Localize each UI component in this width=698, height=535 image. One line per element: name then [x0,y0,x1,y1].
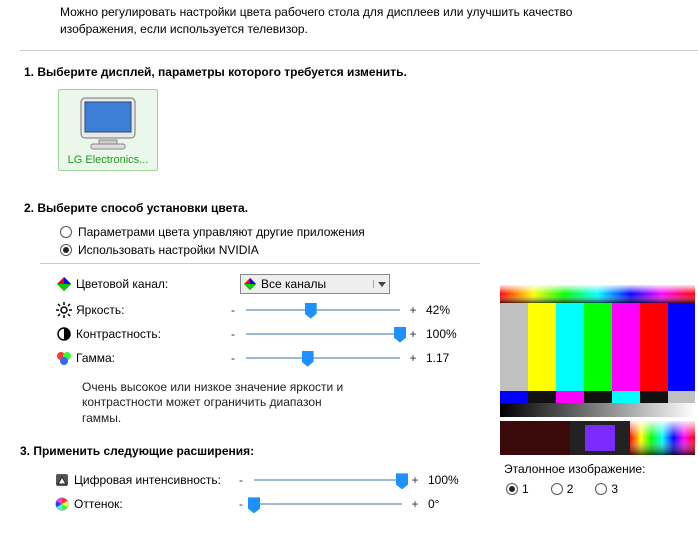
channel-combo-text: Все каналы [259,277,373,291]
gamma-label: Гамма: [76,351,226,365]
gamma-slider[interactable] [246,357,400,359]
contrast-value: 100% [420,327,468,341]
contrast-label: Контрастность: [76,327,226,341]
display-label: LG Electronics... [63,154,153,166]
vibrance-label: Цифровая интенсивность: [74,473,234,487]
radio-icon [60,226,72,238]
brightness-icon [52,302,76,318]
hue-label: Оттенок: [74,497,234,511]
reference-panel: Эталонное изображение: 1 2 3 [500,285,695,496]
plus-sign: + [408,473,422,487]
plus-sign: + [406,303,420,317]
radio-other-apps[interactable]: Параметрами цвета управляют другие прило… [0,223,698,241]
channel-icon [52,276,76,292]
radio-label: Использовать настройки NVIDIA [78,243,259,257]
gamma-icon [52,350,76,366]
channel-label: Цветовой канал: [76,277,226,291]
contrast-row: Контрастность: - + 100% [52,326,468,342]
chevron-down-icon [373,280,389,288]
minus-sign: - [226,327,240,341]
minus-sign: - [234,473,248,487]
section1-title: 1. Выберите дисплей, параметры которого … [0,65,698,79]
channel-combo-icon [241,277,259,291]
minus-sign: - [234,497,248,511]
channel-row: Цветовой канал: Все каналы [52,274,468,294]
plus-sign: + [408,497,422,511]
brightness-slider[interactable] [246,309,400,311]
ref-radio-1[interactable]: 1 [506,482,529,496]
intro-text: Можно регулировать настройки цвета рабоч… [0,0,640,38]
reference-label: Эталонное изображение: [504,462,695,476]
radio-icon [60,244,72,256]
brightness-value: 42% [420,303,468,317]
minus-sign: - [226,351,240,365]
section2-title: 2. Выберите способ установки цвета. [0,201,698,215]
brightness-row: Яркость: - + 42% [52,302,468,318]
radio-icon [506,483,518,495]
channel-combo[interactable]: Все каналы [240,274,390,294]
plus-sign: + [406,351,420,365]
gamma-note: Очень высокое или низкое значение яркост… [52,374,352,437]
vibrance-slider[interactable] [254,479,402,481]
contrast-icon [52,326,76,342]
ref-radio-label: 3 [611,482,618,496]
color-panel: Цветовой канал: Все каналы Яркость: - + … [40,263,480,441]
ref-radio-label: 1 [522,482,529,496]
reference-radios: 1 2 3 [500,482,695,496]
gamma-value: 1.17 [420,351,468,365]
brightness-label: Яркость: [76,303,226,317]
radio-nvidia[interactable]: Использовать настройки NVIDIA [0,241,698,259]
gamma-row: Гамма: - + 1.17 [52,350,468,366]
ref-radio-label: 2 [567,482,574,496]
plus-sign: + [406,327,420,341]
radio-icon [595,483,607,495]
hue-slider[interactable] [254,503,402,505]
display-thumbnail[interactable]: LG Electronics... [58,89,158,171]
divider [20,50,698,51]
hue-icon [50,496,74,512]
color-bars-image [500,285,695,458]
radio-icon [551,483,563,495]
hue-value: 0° [422,497,470,511]
ref-radio-2[interactable]: 2 [551,482,574,496]
contrast-slider[interactable] [246,333,400,335]
ref-radio-3[interactable]: 3 [595,482,618,496]
minus-sign: - [226,303,240,317]
hue-row: Оттенок: - + 0° [0,492,470,516]
vibrance-value: 100% [422,473,470,487]
vibrance-icon [50,472,74,488]
radio-label: Параметрами цвета управляют другие прило… [78,225,365,239]
monitor-icon [77,96,139,152]
digital-vibrance-row: Цифровая интенсивность: - + 100% [0,468,470,492]
